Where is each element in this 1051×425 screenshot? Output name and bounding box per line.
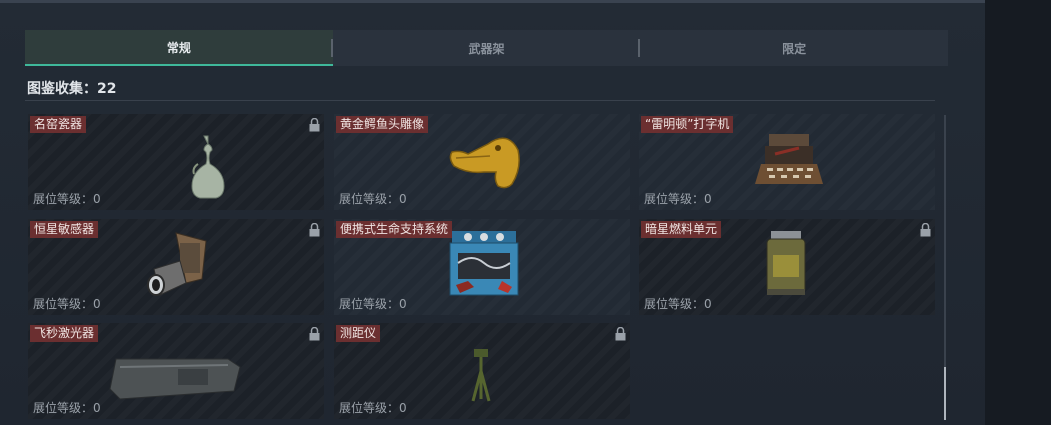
item-card-porcelain[interactable]: 名窑瓷器 展位等级：0: [28, 114, 324, 210]
tab-weapon-rack-label: 武器架: [468, 41, 505, 56]
item-card-life-support[interactable]: 便携式生命支持系统 展位等级：0: [334, 219, 630, 315]
item-name: 名窑瓷器: [30, 116, 87, 133]
tab-divider: [331, 39, 333, 57]
section-divider: [25, 100, 935, 101]
lock-icon: [615, 327, 626, 341]
item-name: 恒星敏感器: [30, 221, 99, 238]
item-card-femtosecond-laser[interactable]: 飞秒激光器 展位等级：0: [28, 323, 324, 419]
item-level: 展位等级：0: [33, 192, 101, 206]
tab-regular[interactable]: 常规: [25, 30, 333, 66]
item-level: 展位等级：0: [644, 297, 712, 311]
item-card-typewriter[interactable]: “雷明顿”打字机 展位等级：0: [639, 114, 935, 210]
item-name: “雷明顿”打字机: [641, 116, 734, 133]
lock-icon: [309, 223, 320, 237]
lock-icon: [920, 223, 931, 237]
item-name: 测距仪: [336, 325, 381, 342]
item-card-rangefinder[interactable]: 测距仪 展位等级：0: [334, 323, 630, 419]
collection-count: 图鉴收集：22: [27, 81, 117, 97]
item-level: 展位等级：0: [339, 297, 407, 311]
category-tabs: 常规 武器架 限定: [25, 30, 948, 66]
item-name: 黄金鳄鱼头雕像: [336, 116, 429, 133]
item-level: 展位等级：0: [644, 192, 712, 206]
item-level: 展位等级：0: [339, 192, 407, 206]
item-card-gold-crocodile[interactable]: 黄金鳄鱼头雕像 展位等级：0: [334, 114, 630, 210]
tab-limited[interactable]: 限定: [640, 30, 948, 66]
item-level: 展位等级：0: [33, 297, 101, 311]
scrollbar-thumb[interactable]: [944, 367, 946, 420]
item-name: 飞秒激光器: [30, 325, 99, 342]
right-background: [985, 0, 1051, 425]
tab-weapon-rack[interactable]: 武器架: [333, 30, 641, 66]
item-level: 展位等级：0: [33, 401, 101, 415]
item-card-dark-star-fuel[interactable]: 暗星燃料单元 展位等级：0: [639, 219, 935, 315]
item-level: 展位等级：0: [339, 401, 407, 415]
item-name: 便携式生命支持系统: [336, 221, 453, 238]
item-card-star-sensor[interactable]: 恒星敏感器 展位等级：0: [28, 219, 324, 315]
item-name: 暗星燃料单元: [641, 221, 722, 238]
lock-icon: [309, 118, 320, 132]
lock-icon: [309, 327, 320, 341]
